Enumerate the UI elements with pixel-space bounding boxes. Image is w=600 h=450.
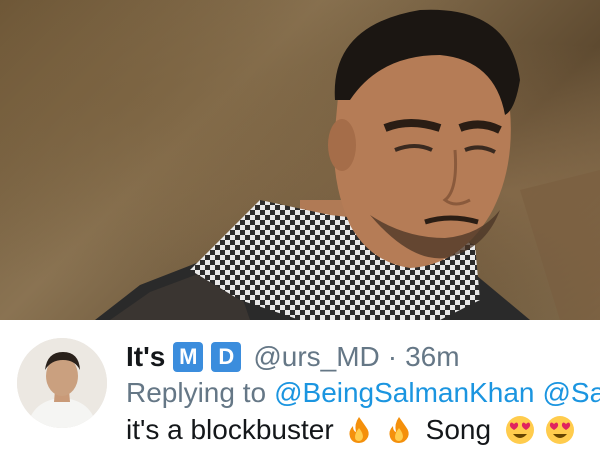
tweet-text-part: Song — [425, 414, 492, 445]
heart-eyes-icon — [545, 415, 575, 445]
avatar[interactable] — [17, 338, 107, 428]
tweet-text: it's a blockbuster Song — [126, 412, 575, 448]
avatar-image — [17, 338, 107, 428]
fire-icon — [344, 415, 374, 445]
reply-prefix: Replying to — [126, 377, 267, 408]
man-portrait-image — [95, 9, 600, 320]
header-photo — [0, 0, 600, 320]
separator-dot: · — [387, 341, 398, 372]
tweet-header: It's M D @urs_MD · 36m — [126, 340, 460, 374]
fire-icon — [384, 415, 414, 445]
mention-link[interactable]: @BeingSalmanKhan — [274, 377, 534, 409]
tweet-text-part: it's a blockbuster — [126, 414, 334, 445]
badge-d: D — [211, 342, 242, 372]
badge-m: M — [173, 342, 204, 372]
user-handle[interactable]: @urs_MD — [253, 341, 379, 373]
timestamp[interactable]: 36m — [405, 341, 459, 373]
display-name[interactable]: It's — [126, 341, 165, 373]
tweet-card[interactable]: It's M D @urs_MD · 36m Replying to @Bein… — [0, 320, 600, 450]
mention-link[interactable]: @Sa — [542, 377, 600, 409]
heart-eyes-icon — [505, 415, 535, 445]
reply-context: Replying to @BeingSalmanKhan @Sa — [126, 376, 600, 410]
